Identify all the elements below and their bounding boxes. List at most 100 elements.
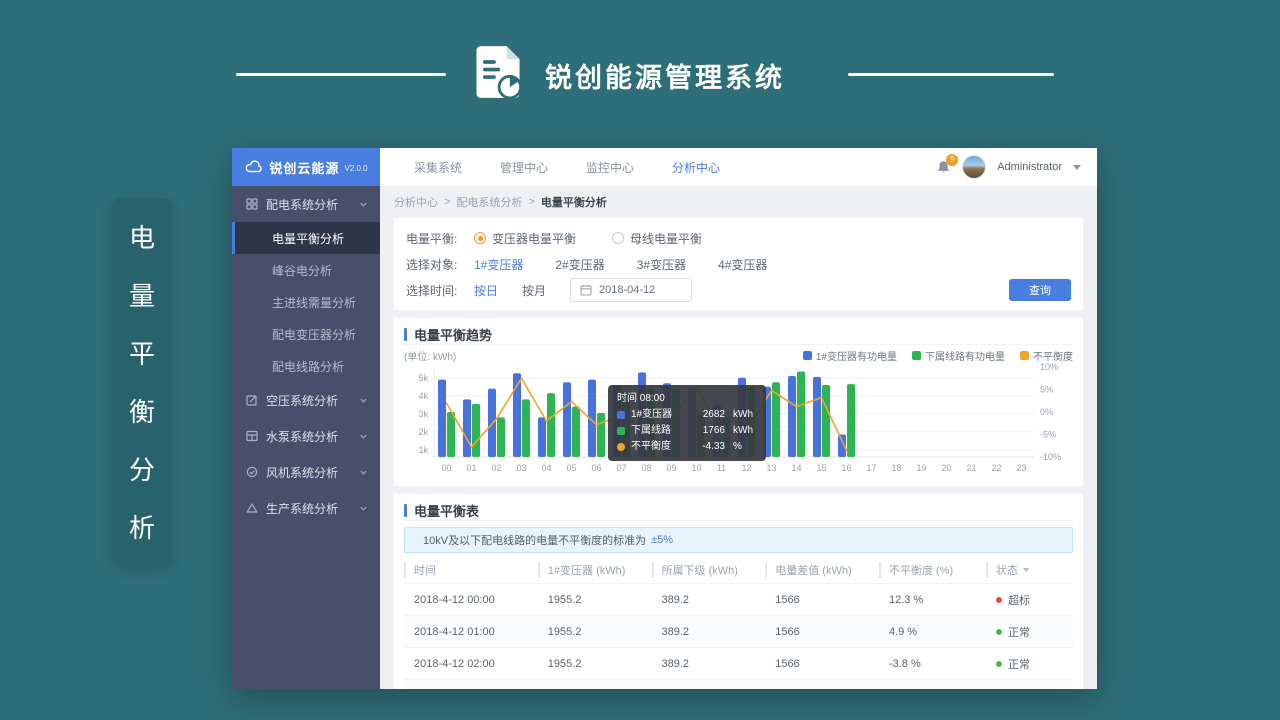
column-header-inner: 1#变压器 (kWh) bbox=[538, 562, 652, 578]
sidebar-item-主进线需量分析[interactable]: 主进线需量分析 bbox=[232, 286, 380, 318]
banner-text: 10kV及以下配电线路的电量不平衡度的标准为 bbox=[423, 532, 646, 548]
sidebar-group-生产系统分析[interactable]: 生产系统分析 bbox=[232, 490, 380, 526]
top-navbar: 锐创云能源 V2.0.0 采集系统 管理中心 监控中心 分析中心 9 Administ… bbox=[232, 148, 1097, 187]
column-header-inner: 不平衡度 (%) bbox=[879, 562, 986, 578]
user-menu-caret-icon[interactable] bbox=[1073, 165, 1081, 170]
decorative-line-right bbox=[848, 73, 1054, 76]
object-option-4#变压器[interactable]: 4#变压器 bbox=[718, 256, 767, 273]
sidebar-group-配电系统分析[interactable]: 配电系统分析 bbox=[232, 186, 380, 222]
side-tag-char: 衡 bbox=[129, 392, 155, 429]
legend-swatch bbox=[803, 351, 812, 360]
radio-option-母线电量平衡[interactable]: 母线电量平衡 bbox=[612, 230, 702, 247]
column-header-label: 1#变压器 (kWh) bbox=[548, 562, 626, 578]
column-header-label: 时间 bbox=[414, 562, 436, 578]
breadcrumb-separator: > bbox=[528, 196, 534, 208]
table-header-row: 时间1#变压器 (kWh)所属下级 (kWh)电量差值 (kWh)不平衡度 (%… bbox=[404, 557, 1073, 584]
column-header-label: 电量差值 (kWh) bbox=[775, 562, 851, 578]
calendar-icon bbox=[580, 284, 592, 296]
status-badge: 正常 bbox=[996, 624, 1072, 640]
balance-trend-chart: 1k2k3k4k5k10%5%0%-5%-10%0001020304050607… bbox=[404, 363, 1073, 481]
svg-text:15: 15 bbox=[816, 463, 826, 473]
cell-imbalance: 4.9 % bbox=[879, 616, 986, 648]
avatar[interactable] bbox=[962, 155, 986, 179]
svg-text:09: 09 bbox=[666, 463, 676, 473]
nav-item-分析中心[interactable]: 分析中心 bbox=[672, 159, 720, 176]
cell-status: 正常 bbox=[986, 680, 1073, 690]
column-header-label: 状态 bbox=[996, 562, 1018, 578]
svg-text:-5%: -5% bbox=[1040, 430, 1056, 440]
time-tab-group: 按日 按月 bbox=[474, 282, 570, 299]
chevron-down-icon bbox=[359, 504, 368, 513]
table-row: 2018-4-12 03:001955.2389.215663.1 %正常 bbox=[404, 680, 1073, 690]
svg-text:12: 12 bbox=[741, 463, 751, 473]
logo-text: 锐创云能源 bbox=[269, 158, 339, 177]
chart-section-title: 电量平衡趋势 bbox=[404, 324, 1073, 345]
cell-status: 正常 bbox=[986, 616, 1073, 648]
status-label: 正常 bbox=[1008, 688, 1030, 690]
status-dot bbox=[996, 629, 1002, 635]
svg-text:05: 05 bbox=[566, 463, 576, 473]
notification-bell-icon[interactable]: 9 bbox=[936, 160, 951, 175]
sidebar-group-水泵系统分析[interactable]: 水泵系统分析 bbox=[232, 418, 380, 454]
document-pencil-icon bbox=[472, 44, 524, 105]
breadcrumb-item[interactable]: 分析中心 bbox=[394, 194, 438, 210]
cell-imbalance: -3.8 % bbox=[879, 648, 986, 680]
cell-transformer: 1955.2 bbox=[538, 584, 652, 616]
radio-icon bbox=[612, 232, 624, 244]
nav-item-监控中心[interactable]: 监控中心 bbox=[586, 159, 634, 176]
legend-item[interactable]: 1#变压器有功电量 bbox=[803, 348, 897, 363]
object-filter-label: 选择对象: bbox=[406, 256, 474, 273]
svg-text:-10%: -10% bbox=[1040, 452, 1061, 462]
sidebar-item-电量平衡分析[interactable]: 电量平衡分析 bbox=[232, 222, 380, 254]
date-picker[interactable]: 2018-04-12 bbox=[570, 278, 692, 302]
svg-text:04: 04 bbox=[541, 463, 551, 473]
object-option-3#变压器[interactable]: 3#变压器 bbox=[637, 256, 686, 273]
breadcrumb-item[interactable]: 配电系统分析 bbox=[456, 194, 522, 210]
breadcrumb-item: 电量平衡分析 bbox=[541, 194, 607, 210]
breadcrumb: 分析中心>配电系统分析>电量平衡分析 bbox=[394, 194, 1083, 210]
legend-item[interactable]: 下属线路有功电量 bbox=[912, 348, 1005, 363]
cell-time: 2018-4-12 01:00 bbox=[404, 616, 538, 648]
sidebar-item-配电线路分析[interactable]: 配电线路分析 bbox=[232, 350, 380, 382]
time-tab-按月[interactable]: 按月 bbox=[522, 282, 546, 299]
status-badge: 正常 bbox=[996, 656, 1072, 672]
sidebar-item-配电变压器分析[interactable]: 配电变压器分析 bbox=[232, 318, 380, 350]
grid-icon bbox=[246, 198, 258, 210]
chevron-down-icon bbox=[359, 432, 368, 441]
chart-panel: 电量平衡趋势 (单位: kWh) 1#变压器有功电量下属线路有功电量不平衡度 1… bbox=[394, 318, 1083, 486]
username[interactable]: Administrator bbox=[997, 161, 1062, 173]
object-option-1#变压器[interactable]: 1#变压器 bbox=[474, 256, 523, 273]
svg-text:18: 18 bbox=[891, 463, 901, 473]
cell-time: 2018-4-12 00:00 bbox=[404, 584, 538, 616]
sidebar-group-风机系统分析[interactable]: 风机系统分析 bbox=[232, 454, 380, 490]
cell-subordinate: 389.2 bbox=[652, 616, 766, 648]
sidebar-group-label: 生产系统分析 bbox=[266, 500, 338, 517]
time-tab-按日[interactable]: 按日 bbox=[474, 282, 498, 299]
legend-swatch bbox=[912, 351, 921, 360]
app-logo[interactable]: 锐创云能源 V2.0.0 bbox=[232, 148, 380, 186]
legend-item[interactable]: 不平衡度 bbox=[1020, 348, 1073, 363]
sidebar-item-峰谷电分析[interactable]: 峰谷电分析 bbox=[232, 254, 380, 286]
chevron-down-icon bbox=[359, 468, 368, 477]
nav-item-管理中心[interactable]: 管理中心 bbox=[500, 159, 548, 176]
decorative-line-left bbox=[236, 73, 446, 76]
sidebar-group-空压系统分析[interactable]: 空压系统分析 bbox=[232, 382, 380, 418]
column-header-inner: 电量差值 (kWh) bbox=[765, 562, 879, 578]
cell-transformer: 1955.2 bbox=[538, 648, 652, 680]
column-header-状态[interactable]: 状态 bbox=[986, 557, 1073, 584]
legend-swatch bbox=[1020, 351, 1029, 360]
svg-text:5%: 5% bbox=[1040, 385, 1053, 395]
nav-right: 9 Administrator bbox=[936, 155, 1097, 179]
nav-menu: 采集系统 管理中心 监控中心 分析中心 bbox=[414, 159, 720, 176]
content-area: 分析中心>配电系统分析>电量平衡分析 电量平衡: 变压器电量平衡母线电量平衡 选… bbox=[380, 186, 1097, 689]
cell-difference: 1566 bbox=[765, 584, 879, 616]
svg-text:21: 21 bbox=[966, 463, 976, 473]
column-header-label: 不平衡度 (%) bbox=[889, 562, 953, 578]
object-option-2#变压器[interactable]: 2#变压器 bbox=[555, 256, 604, 273]
radio-option-变压器电量平衡[interactable]: 变压器电量平衡 bbox=[474, 230, 576, 247]
side-tag-char: 析 bbox=[129, 508, 155, 545]
nav-item-采集系统[interactable]: 采集系统 bbox=[414, 159, 462, 176]
query-button[interactable]: 查询 bbox=[1009, 279, 1071, 301]
sort-icon bbox=[1023, 568, 1029, 572]
cell-status: 正常 bbox=[986, 648, 1073, 680]
